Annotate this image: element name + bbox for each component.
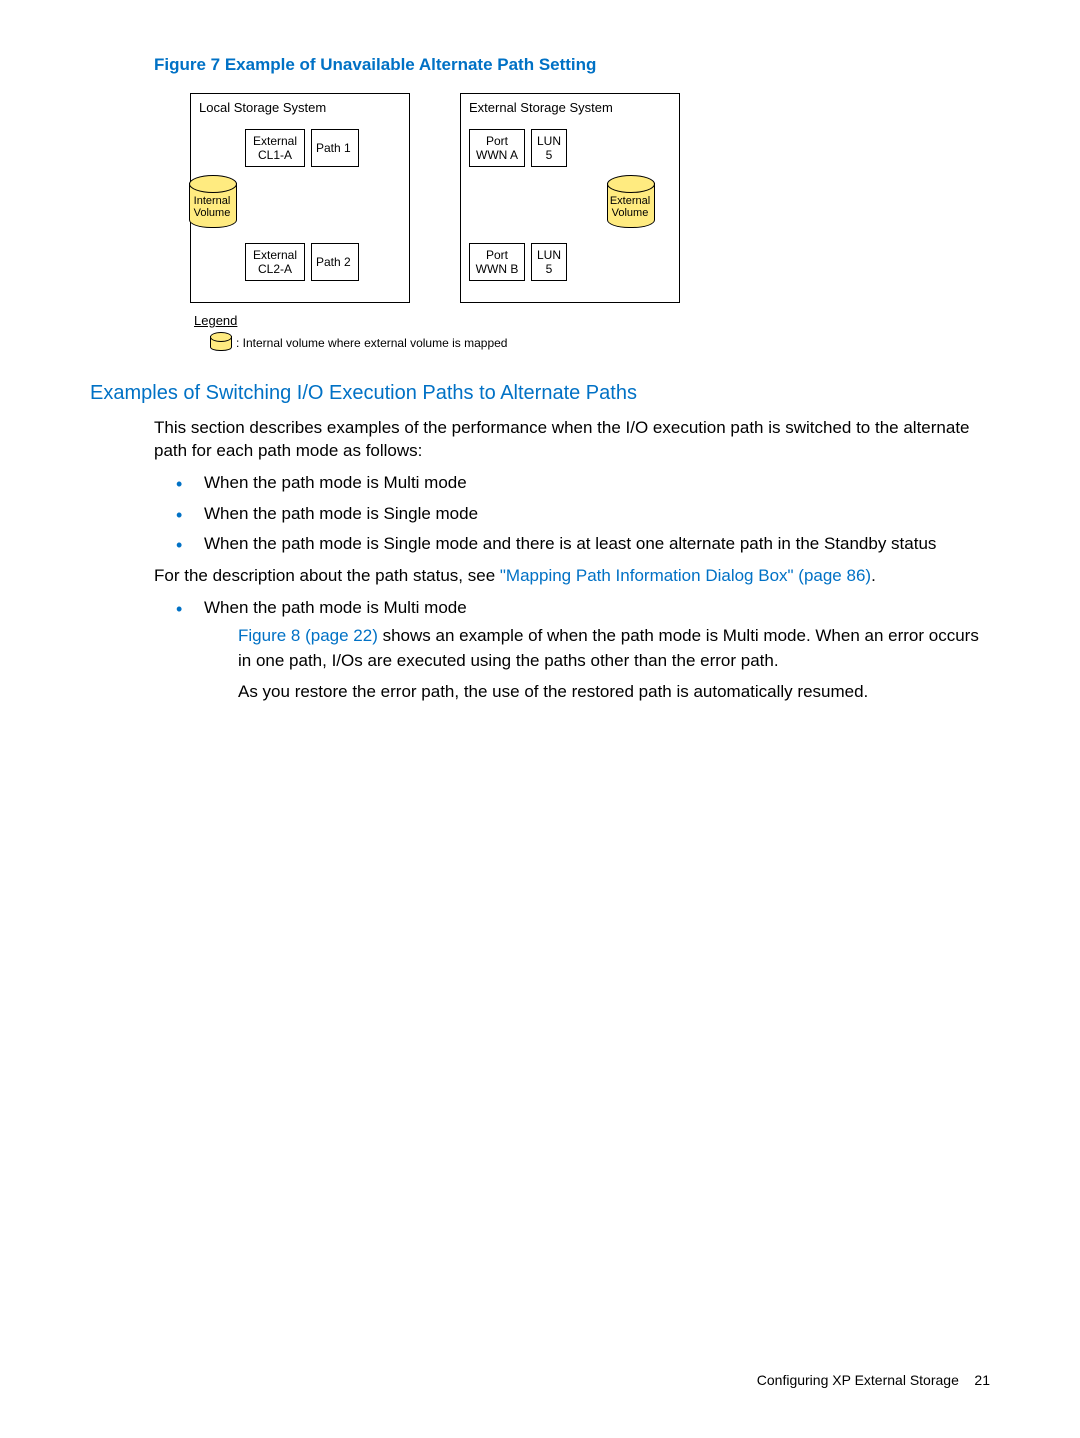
figure8-link[interactable]: Figure 8 (page 22) [238, 626, 378, 645]
local-storage-box: Local Storage System External CL1-A Path… [190, 93, 410, 303]
multi-paragraph-2: As you restore the error path, the use o… [238, 680, 990, 705]
detail-bullet-list: When the path mode is Multi mode Figure … [170, 596, 990, 705]
figure-caption: Figure 7 Example of Unavailable Alternat… [154, 55, 990, 75]
footer-page-number: 21 [974, 1372, 990, 1388]
footer-title: Configuring XP External Storage [757, 1372, 959, 1388]
ext-port-wwnb: Port WWN B [469, 243, 525, 281]
local-port-cl1a: External CL1-A [245, 129, 305, 167]
desc-suffix: . [871, 566, 876, 585]
multi-paragraph-1: Figure 8 (page 22) shows an example of w… [238, 624, 990, 673]
page-footer: Configuring XP External Storage 21 [757, 1372, 990, 1388]
ext-port-wwna: Port WWN A [469, 129, 525, 167]
ext-lun-5b: LUN 5 [531, 243, 567, 281]
bullet-multi-detail: When the path mode is Multi mode Figure … [170, 596, 990, 705]
local-title: Local Storage System [199, 100, 401, 115]
section-heading: Examples of Switching I/O Execution Path… [90, 382, 990, 405]
ext-lun-5a: LUN 5 [531, 129, 567, 167]
desc-line: For the description about the path statu… [154, 565, 990, 588]
external-storage-box: External Storage System Port WWN A LUN 5… [460, 93, 680, 303]
internal-volume-label: Internal Volume [189, 195, 235, 219]
bullet-single: When the path mode is Single mode [170, 502, 990, 527]
external-volume-label: External Volume [607, 195, 653, 219]
local-path2: Path 2 [311, 243, 359, 281]
multi-item-text: When the path mode is Multi mode [204, 598, 467, 617]
local-path1: Path 1 [311, 129, 359, 167]
figure-diagram: Local Storage System External CL1-A Path… [190, 93, 730, 354]
local-port-cl2a: External CL2-A [245, 243, 305, 281]
bullet-multi: When the path mode is Multi mode [170, 471, 990, 496]
legend-cylinder-icon [210, 332, 230, 354]
mode-bullet-list: When the path mode is Multi mode When th… [170, 471, 990, 557]
internal-volume-cylinder: Internal Volume [189, 175, 235, 235]
section-intro: This section describes examples of the p… [154, 417, 990, 463]
legend-text: : Internal volume where external volume … [236, 336, 507, 350]
legend-title: Legend [194, 313, 730, 328]
mapping-path-link[interactable]: "Mapping Path Information Dialog Box" (p… [500, 566, 871, 585]
desc-prefix: For the description about the path statu… [154, 566, 500, 585]
external-volume-cylinder: External Volume [607, 175, 653, 235]
external-title: External Storage System [469, 100, 671, 115]
bullet-standby: When the path mode is Single mode and th… [170, 532, 990, 557]
